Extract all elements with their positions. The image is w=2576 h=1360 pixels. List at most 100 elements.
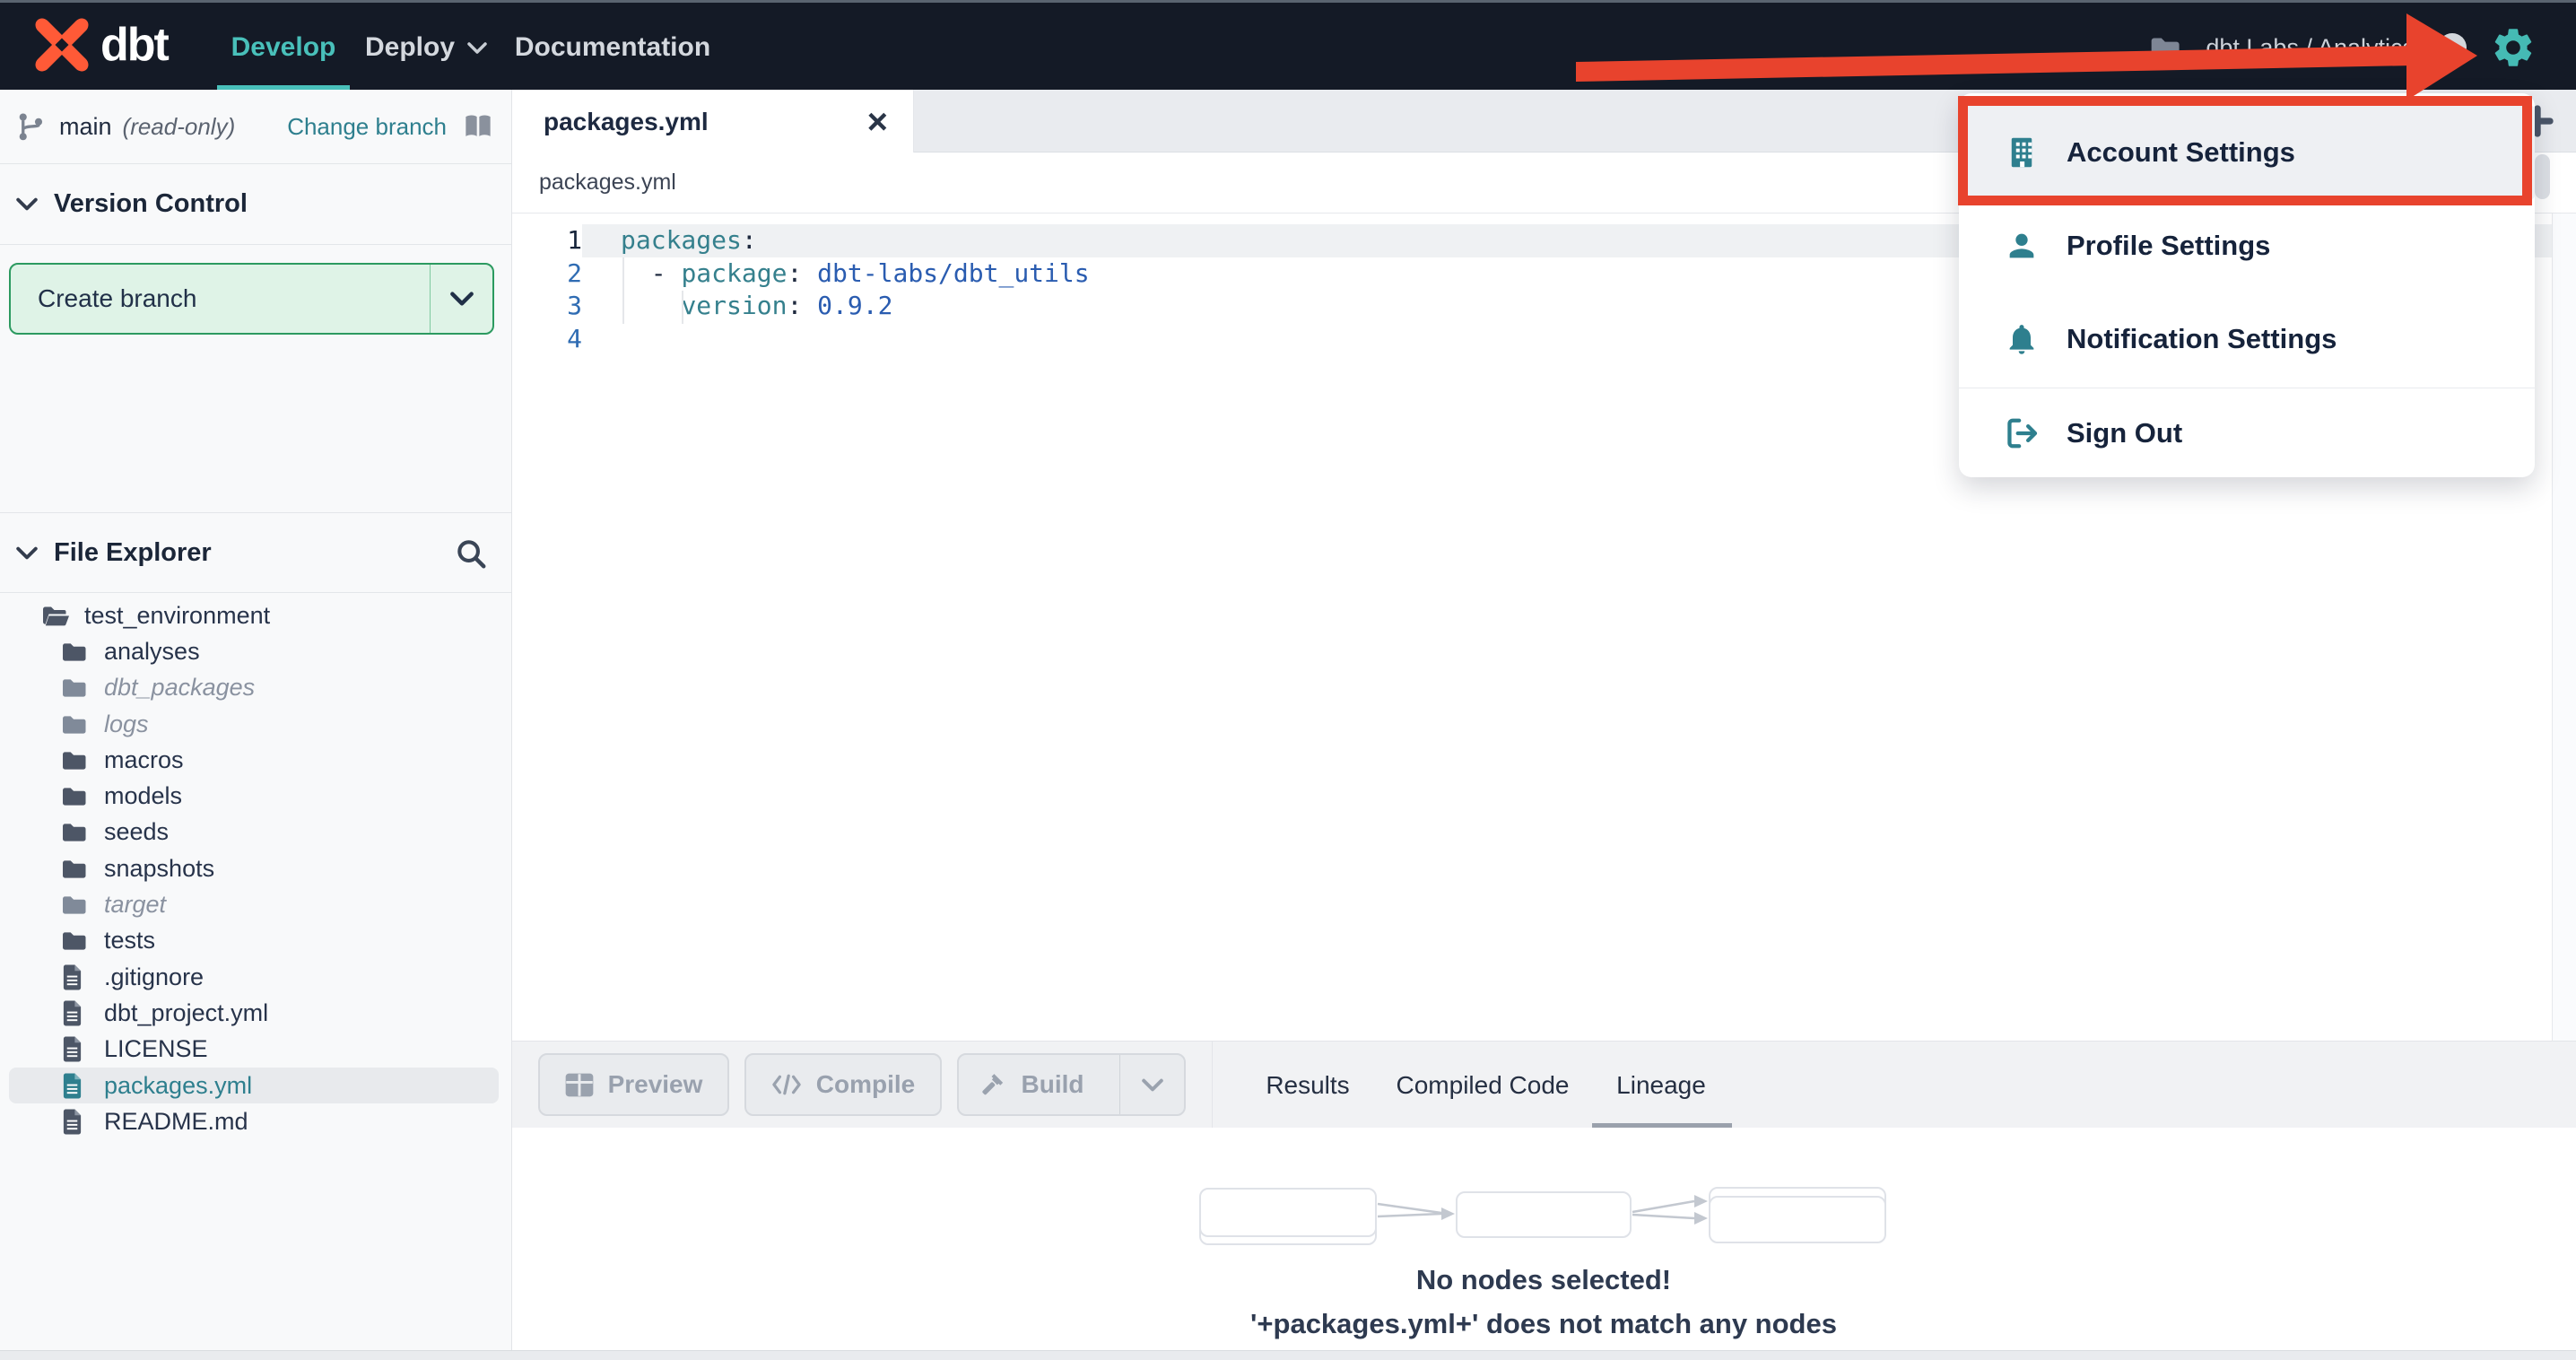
version-control-header[interactable]: Version Control bbox=[0, 164, 511, 245]
folder-icon bbox=[61, 713, 90, 736]
file-row-logs[interactable]: logs bbox=[9, 706, 499, 742]
folder-icon bbox=[61, 749, 90, 772]
build-button[interactable]: Build bbox=[959, 1055, 1105, 1114]
file-icon bbox=[61, 1072, 90, 1100]
nav-tab-documentation[interactable]: Documentation bbox=[515, 3, 710, 92]
line-number: 4 bbox=[567, 323, 582, 353]
chevron-down-icon bbox=[449, 292, 474, 306]
folder-icon bbox=[61, 821, 90, 843]
sign-out-icon bbox=[2007, 418, 2038, 449]
file-icon bbox=[61, 963, 90, 991]
docs-book-icon[interactable] bbox=[463, 113, 493, 140]
file-icon bbox=[61, 1035, 90, 1063]
indent-guide bbox=[622, 257, 624, 324]
bottom-toolbar: Preview Compile Build Results Compiled C… bbox=[512, 1041, 2576, 1129]
menu-item-sign-out[interactable]: Sign Out bbox=[1959, 390, 2535, 476]
line-number: 2 bbox=[567, 257, 582, 288]
folder-icon bbox=[61, 676, 90, 699]
file-tree: test_environment analyses dbt_packages l… bbox=[0, 597, 511, 1139]
file-row-target[interactable]: target bbox=[9, 886, 499, 922]
file-row-dbt-packages[interactable]: dbt_packages bbox=[9, 670, 499, 706]
folder-icon bbox=[61, 641, 90, 663]
menu-item-profile-settings[interactable]: Profile Settings bbox=[1959, 199, 2535, 292]
navbar-account-area: dbt Labs / Analytics bbox=[2150, 3, 2537, 92]
file-icon bbox=[61, 999, 90, 1027]
avatar[interactable] bbox=[2438, 33, 2467, 62]
chevron-down-icon bbox=[1141, 1078, 1163, 1091]
folder-icon bbox=[2152, 38, 2180, 58]
account-context-label[interactable]: dbt Labs / Analytics bbox=[2206, 34, 2415, 62]
lineage-empty-title: No nodes selected! bbox=[1415, 1264, 1672, 1295]
menu-item-account-settings[interactable]: Account Settings bbox=[1959, 106, 2535, 199]
file-explorer-title: File Explorer bbox=[54, 537, 212, 567]
menu-item-notification-settings[interactable]: Notification Settings bbox=[1959, 292, 2535, 386]
gear-icon[interactable] bbox=[2490, 24, 2537, 71]
folder-icon bbox=[61, 929, 90, 952]
file-row-macros[interactable]: macros bbox=[9, 742, 499, 778]
build-button-group: Build bbox=[957, 1053, 1186, 1116]
file-row-dbt-project-yml[interactable]: dbt_project.yml bbox=[9, 995, 499, 1031]
branch-name: main bbox=[59, 112, 112, 140]
create-branch-dropdown[interactable] bbox=[430, 265, 492, 333]
line-number: 1 bbox=[567, 225, 582, 255]
folder-icon bbox=[61, 858, 90, 880]
account-settings-menu: Account Settings Profile Settings Notifi… bbox=[1959, 93, 2535, 477]
top-navbar: dbt Develop Deploy Documentation dbt Lab… bbox=[0, 0, 2576, 92]
preview-grid-icon bbox=[565, 1073, 593, 1096]
file-row-gitignore[interactable]: .gitignore bbox=[9, 959, 499, 995]
folder-icon bbox=[61, 894, 90, 916]
dbt-logo-icon bbox=[35, 18, 89, 72]
folder-open-icon bbox=[41, 604, 70, 628]
file-row-readme-md[interactable]: README.md bbox=[9, 1103, 499, 1139]
tab-compiled-code[interactable]: Compiled Code bbox=[1397, 1042, 1570, 1129]
tab-lineage[interactable]: Lineage bbox=[1616, 1042, 1706, 1129]
line-number: 3 bbox=[567, 291, 582, 321]
change-branch-link[interactable]: Change branch bbox=[287, 113, 447, 141]
create-branch-label: Create branch bbox=[38, 284, 197, 312]
close-icon[interactable]: × bbox=[867, 104, 888, 140]
file-row-test-environment[interactable]: test_environment bbox=[9, 597, 499, 633]
building-icon bbox=[2011, 137, 2032, 168]
editor-scrollbar-track[interactable] bbox=[2552, 214, 2576, 1041]
file-row-snapshots[interactable]: snapshots bbox=[9, 850, 499, 886]
chevron-down-icon bbox=[16, 546, 38, 559]
build-dropdown-chevron[interactable] bbox=[1119, 1055, 1184, 1114]
file-row-models[interactable]: models bbox=[9, 778, 499, 814]
editor-scrollbar-thumb[interactable] bbox=[2535, 154, 2550, 199]
file-explorer-header[interactable]: File Explorer bbox=[0, 512, 511, 593]
person-icon bbox=[2009, 233, 2034, 258]
folder-icon bbox=[61, 785, 90, 807]
toolbar-divider bbox=[1212, 1042, 1213, 1129]
file-row-tests[interactable]: tests bbox=[9, 923, 499, 959]
lineage-empty-detail: '+packages.yml+' does not match any node… bbox=[1250, 1308, 1837, 1339]
preview-button[interactable]: Preview bbox=[538, 1053, 729, 1116]
indent-guide bbox=[682, 291, 683, 324]
branch-mode: (read-only) bbox=[122, 112, 236, 140]
dbt-logo[interactable]: dbt bbox=[34, 17, 170, 73]
compile-button[interactable]: Compile bbox=[744, 1053, 942, 1116]
build-hammer-icon bbox=[981, 1074, 1003, 1095]
chevron-down-icon bbox=[16, 197, 38, 211]
sidebar: main (read-only) Change branch Version C… bbox=[0, 90, 512, 1350]
file-icon bbox=[61, 1108, 90, 1136]
file-row-seeds[interactable]: seeds bbox=[9, 815, 499, 850]
file-row-license[interactable]: LICENSE bbox=[9, 1032, 499, 1068]
tab-title: packages.yml bbox=[544, 107, 709, 135]
nav-tab-deploy[interactable]: Deploy bbox=[359, 3, 493, 92]
lineage-canvas[interactable]: No nodes selected! '+packages.yml+' does… bbox=[512, 1128, 2576, 1350]
bottom-strip bbox=[0, 1350, 2576, 1360]
search-icon[interactable] bbox=[454, 536, 488, 571]
dbt-logo-text: dbt bbox=[100, 19, 170, 71]
tab-packages-yml[interactable]: packages.yml × bbox=[512, 90, 914, 153]
branch-row: main (read-only) Change branch bbox=[0, 90, 511, 164]
file-row-packages-yml[interactable]: packages.yml bbox=[9, 1067, 499, 1104]
compile-code-icon bbox=[772, 1074, 801, 1095]
git-branch-icon bbox=[19, 113, 43, 141]
file-row-analyses[interactable]: analyses bbox=[9, 633, 499, 669]
version-control-title: Version Control bbox=[54, 189, 248, 218]
tab-results[interactable]: Results bbox=[1266, 1042, 1349, 1129]
create-branch-button[interactable]: Create branch bbox=[9, 263, 494, 335]
bell-icon bbox=[2009, 325, 2034, 354]
nav-tab-develop[interactable]: Develop bbox=[217, 3, 350, 92]
chevron-down-icon bbox=[467, 41, 487, 54]
